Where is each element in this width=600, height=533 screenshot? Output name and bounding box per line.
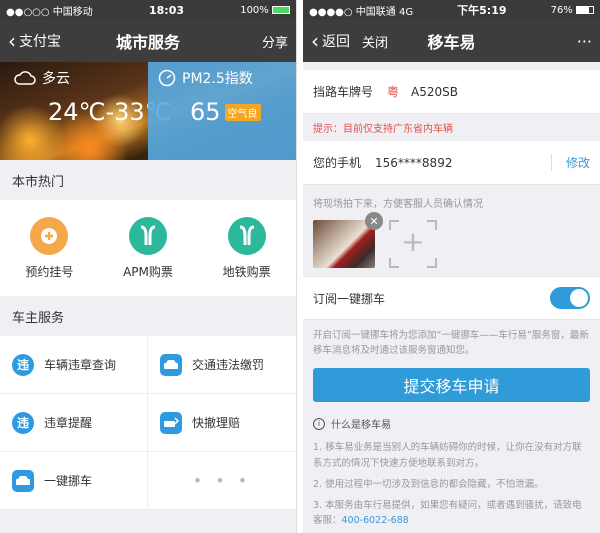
alarm-icon: 违 (12, 411, 34, 434)
back-label: 返回 (322, 34, 350, 50)
gauge-icon (158, 69, 176, 87)
service-label: APM购票 (123, 264, 173, 279)
service-label: 违章提醒 (44, 416, 93, 430)
violation-query-icon: 违 (12, 353, 34, 376)
service-traffic-fine[interactable]: 交通违法缴罚 (148, 336, 296, 394)
service-label: 车辆违章查询 (44, 358, 117, 372)
cloud-icon (14, 71, 36, 85)
clock: 下午5:19 (457, 4, 507, 17)
service-label: 交通违法缴罚 (192, 358, 265, 372)
phone-number: 156****8892 (375, 155, 453, 170)
pm25-label: PM2.5指数 (182, 71, 253, 87)
hot-services: 预约挂号 APM购票 地铁购票 (0, 200, 296, 296)
car-services: 违 车辆违章查询 交通违法缴罚 违 违章提醒 快撤理赔 一键挪车 • • • (0, 336, 296, 510)
carrier: ●●○○○ 中国移动 (6, 6, 93, 18)
weather-banner: 多云 24℃-33℃ PM2.5指数 65 空气良 (0, 62, 296, 160)
phone-row: 您的手机 156****8892 修改 (303, 141, 600, 185)
car-front-icon (160, 353, 182, 376)
service-apm-ticket[interactable]: APM购票 (103, 216, 193, 280)
battery: 100% (240, 5, 290, 16)
share-button[interactable]: 分享 (262, 32, 288, 51)
remove-photo-icon[interactable]: ✕ (365, 212, 383, 230)
service-one-click-move[interactable]: 一键挪车 (0, 452, 148, 510)
subscribe-toggle[interactable] (550, 287, 590, 309)
battery: 76% (551, 5, 594, 16)
battery-icon (271, 5, 290, 14)
hot-section-header: 本市热门 (0, 160, 296, 200)
subscribe-row: 订阅一键挪车 (303, 276, 600, 320)
battery-icon (576, 5, 594, 14)
chevron-left-icon: ‹ (311, 29, 319, 53)
temperature-range: 24℃-33℃ (48, 98, 172, 126)
chevron-left-icon: ‹ (8, 29, 16, 53)
plate-number-input[interactable]: A520SB (411, 85, 458, 99)
photo-area: ✕ + (303, 212, 600, 276)
subscribe-label: 订阅一键挪车 (313, 291, 386, 306)
submit-button[interactable]: 提交移车申请 (313, 368, 590, 403)
city-service-screen: ●●○○○ 中国移动 18:03 100% ‹ 支付宝 城市服务 分享 多云 2… (0, 0, 297, 533)
phone-label: 您的手机 (313, 156, 362, 170)
more-menu-button[interactable]: ··· (577, 32, 592, 51)
add-photo-button[interactable]: + (389, 220, 437, 268)
weather-panel[interactable]: 多云 24℃-33℃ (0, 62, 172, 160)
edit-phone-button[interactable]: 修改 (550, 154, 590, 171)
photo-hint: 将现场拍下来，方便客服人员确认情况 (313, 199, 483, 210)
plate-label: 挡路车牌号 (313, 85, 374, 99)
photo-thumbnail[interactable]: ✕ (313, 212, 383, 268)
back-label: 支付宝 (19, 34, 61, 50)
hotline-link[interactable]: 400-6022-688 (342, 515, 409, 526)
pm25-value: 65 (190, 98, 221, 126)
pm25-panel[interactable]: PM2.5指数 65 空气良 (148, 62, 296, 160)
plus-icon: + (401, 225, 425, 258)
more-services-button[interactable]: • • • (148, 452, 296, 510)
service-violation-alert[interactable]: 违 违章提醒 (0, 394, 148, 452)
clock: 18:03 (149, 3, 185, 17)
subscribe-description: 开启订阅一键挪车将为您添加“一键挪车——车行易”服务窗，最新移车消息将及时通过该… (313, 330, 589, 357)
car-move-icon (12, 469, 34, 492)
status-bar: ●●●●○ 中国联通 4G 下午5:19 76% (303, 0, 600, 20)
service-quick-claim[interactable]: 快撤理赔 (148, 394, 296, 452)
what-is-section: i 什么是移车易 (303, 402, 600, 437)
nav-bar: ‹ 返回 关闭 移车易 ··· (303, 20, 600, 62)
weather-condition: 多云 (42, 71, 70, 87)
service-label: 快撤理赔 (192, 416, 241, 430)
service-label: 地铁购票 (222, 264, 271, 279)
plate-row[interactable]: 挡路车牌号 粤 A520SB (303, 70, 600, 114)
info-icon: i (313, 417, 325, 430)
service-label: 一键挪车 (44, 474, 93, 488)
back-button[interactable]: ‹ 支付宝 (8, 31, 61, 51)
nav-bar: ‹ 支付宝 城市服务 分享 (0, 20, 296, 62)
faq-item: 2. 使用过程中一切涉及到信息的都会隐藏，不怕泄漏。 (313, 478, 544, 490)
service-violation-query[interactable]: 违 车辆违章查询 (0, 336, 148, 394)
what-is-title: 什么是移车易 (331, 420, 391, 432)
metro-icon (227, 216, 266, 255)
air-quality-badge: 空气良 (224, 103, 261, 121)
service-metro-ticket[interactable]: 地铁购票 (202, 216, 292, 280)
car-section-header: 车主服务 (0, 296, 296, 336)
claim-icon (160, 411, 182, 434)
plate-province[interactable]: 粤 (387, 83, 399, 100)
region-tip: 提示：目前仅支持广东省内车辆 (303, 114, 600, 141)
back-button[interactable]: ‹ 返回 (311, 31, 350, 51)
service-appointment[interactable]: 预约挂号 (4, 216, 94, 280)
close-button[interactable]: 关闭 (362, 32, 388, 51)
faq-item: 1. 移车易业务是当别人的车辆妨碍你的时候，让你在没有对方联系方式的情况下快速方… (313, 442, 582, 469)
plus-icon (30, 216, 69, 255)
move-car-screen: ●●●●○ 中国联通 4G 下午5:19 76% ‹ 返回 关闭 移车易 ···… (303, 0, 600, 533)
metro-icon (128, 216, 167, 255)
status-bar: ●●○○○ 中国移动 18:03 100% (0, 0, 296, 20)
carrier: ●●●●○ 中国联通 4G (309, 6, 414, 18)
service-label: 预约挂号 (25, 264, 74, 279)
faq-item: 3. 本服务由车行易提供，如果您有疑问，或者遇到骚扰，请致电客服：400-602… (313, 499, 582, 527)
